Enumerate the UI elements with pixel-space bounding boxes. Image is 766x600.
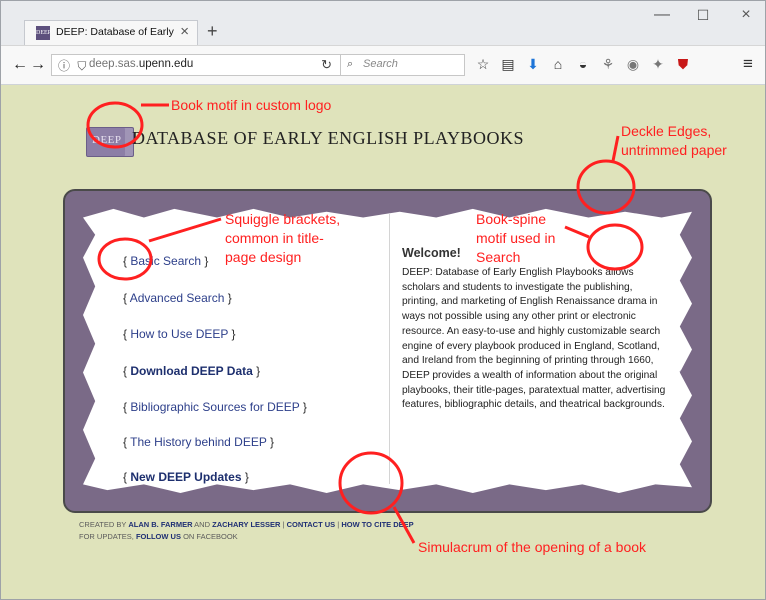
bibliographic-sources-link[interactable]: { Bibliographic Sources for DEEP } [123, 400, 307, 414]
browser-tab[interactable]: DEEP DEEP: Database of Early En... × [24, 20, 198, 45]
address-bar[interactable]: ⓘ ⛉ deep.sas.upenn.edu ↻ [51, 54, 341, 76]
annotation-spine-2: motif used in [476, 230, 556, 246]
extension-icon[interactable]: ⚘ [599, 55, 617, 73]
reload-icon[interactable]: ↻ [321, 57, 332, 73]
tab-title: DEEP: Database of Early En... [56, 26, 176, 38]
window-controls: — ☐ × [645, 1, 765, 31]
feather-icon[interactable]: ✦ [649, 55, 667, 73]
annotation-squiggle-1: Squiggle brackets, [225, 211, 341, 227]
minimize-icon[interactable]: — [649, 3, 675, 27]
author-2-link[interactable]: ZACHARY LESSER [212, 520, 280, 529]
reading-list-icon[interactable]: ▤ [499, 55, 517, 73]
annotation-deckle-1: Deckle Edges, [621, 123, 712, 139]
author-1-link[interactable]: ALAN B. FARMER [128, 520, 192, 529]
deep-favicon-icon: DEEP [36, 26, 51, 40]
page-content: DEEP DATABASE OF EARLY ENGLISH PLAYBOOKS… [1, 85, 765, 599]
forward-icon[interactable]: → [29, 56, 47, 74]
welcome-heading: Welcome! [402, 246, 461, 260]
welcome-panel: Welcome! DEEP: Database of Early English… [402, 209, 672, 493]
history-link[interactable]: { The History behind DEEP } [123, 435, 274, 449]
annotation-book-motif: Book motif in custom logo [171, 97, 332, 113]
shield-icon[interactable]: ⛊ [674, 55, 692, 73]
welcome-description: DEEP: Database of Early English Playbook… [402, 267, 666, 411]
advanced-search-link[interactable]: { Advanced Search } [123, 291, 232, 305]
book-spine-divider [389, 214, 390, 484]
search-bar[interactable]: ⌕ Search [341, 54, 465, 76]
new-tab-icon[interactable]: + [207, 21, 218, 41]
site-footer: CREATED BY ALAN B. FARMER AND ZACHARY LE… [79, 520, 414, 541]
close-window-icon[interactable]: × [733, 3, 759, 27]
download-icon[interactable]: ⬇ [524, 55, 542, 73]
site-info-icon[interactable]: ⓘ ⛉ [58, 57, 88, 74]
back-icon[interactable]: ← [11, 56, 29, 74]
annotation-simulacrum: Simulacrum of the opening of a book [418, 539, 647, 555]
tab-close-icon[interactable]: × [180, 23, 189, 41]
site-title[interactable]: DATABASE OF EARLY ENGLISH PLAYBOOKS [132, 128, 524, 149]
pocket-icon[interactable]: ◒ [574, 55, 592, 73]
deckle-paper: { Basic Search } { Advanced Search } { H… [83, 208, 692, 493]
maximize-icon[interactable]: ☐ [690, 3, 716, 27]
annotation-squiggle-3: page design [225, 249, 302, 265]
url-text[interactable]: deep.sas.upenn.edu [89, 58, 193, 70]
search-icon: ⌕ [347, 58, 354, 70]
ghostery-icon[interactable]: ◉ [624, 55, 642, 73]
book-spine-search-icon[interactable] [677, 354, 721, 380]
bookmark-star-icon[interactable]: ☆ [474, 55, 492, 73]
annotation-deckle-2: untrimmed paper [621, 142, 727, 158]
download-data-link[interactable]: { Download DEEP Data } [123, 364, 260, 378]
cite-link[interactable]: HOW TO CITE DEEP [341, 520, 413, 529]
search-placeholder: Search [363, 58, 398, 70]
annotation-spine-3: Search [476, 249, 521, 265]
annotation-spine-1: Book-spine [476, 211, 547, 227]
how-to-use-link[interactable]: { How to Use DEEP } [123, 327, 236, 341]
browser-window: DEEP DEEP: Database of Early En... × + —… [0, 0, 766, 600]
new-updates-link[interactable]: { New DEEP Updates } [123, 470, 249, 484]
home-icon[interactable]: ⌂ [549, 55, 567, 73]
contact-link[interactable]: CONTACT US [287, 520, 336, 529]
menu-icon[interactable]: ≡ [739, 55, 757, 73]
tab-bar: DEEP DEEP: Database of Early En... × + —… [1, 1, 765, 45]
book-frame: { Basic Search } { Advanced Search } { H… [63, 189, 712, 513]
annotation-squiggle-2: common in title- [225, 230, 324, 246]
basic-search-link[interactable]: { Basic Search } [123, 254, 208, 268]
navigation-toolbar: ← → ⓘ ⛉ deep.sas.upenn.edu ↻ ⌕ Search ☆ … [1, 45, 765, 85]
deep-logo-book-icon[interactable]: DEEP [86, 127, 134, 157]
follow-link[interactable]: FOLLOW US [136, 532, 181, 541]
